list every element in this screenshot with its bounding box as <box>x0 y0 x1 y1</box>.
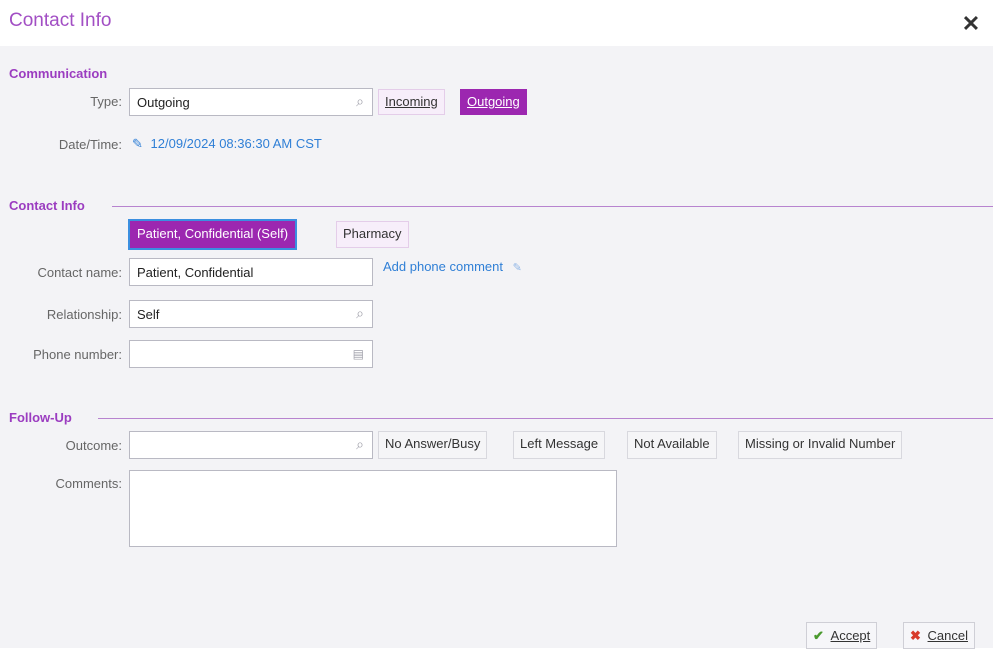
outcome-option-left-message[interactable]: Left Message <box>513 431 606 459</box>
add-phone-comment-label: Add phone comment <box>383 259 503 274</box>
phonebook-icon[interactable]: ▤ <box>353 347 364 362</box>
incoming-label: Incoming <box>385 94 438 109</box>
contact-option-pharmacy[interactable]: Pharmacy <box>336 221 409 248</box>
type-label: Type: <box>90 94 122 109</box>
contact-info-section-title: Contact Info <box>9 198 85 213</box>
checkmark-icon: ✔ <box>813 628 824 643</box>
follow-up-section-title: Follow-Up <box>9 410 72 425</box>
datetime-label: Date/Time: <box>58 137 122 152</box>
contact-name-value: Patient, Confidential <box>137 265 254 280</box>
communication-section-title: Communication <box>9 66 108 81</box>
datetime-link[interactable]: ✎ 12/09/2024 08:36:30 AM CST <box>132 136 322 152</box>
outcome-field[interactable]: ⌕ <box>129 431 373 459</box>
close-icon[interactable]: ✕ <box>959 12 983 36</box>
outcome-option-invalid-number[interactable]: Missing or Invalid Number <box>738 431 903 459</box>
outcome-option-label: No Answer/Busy <box>385 436 481 451</box>
outgoing-button[interactable]: Outgoing <box>460 89 527 115</box>
contact-option-label: Pharmacy <box>343 226 402 241</box>
outcome-option-no-answer[interactable]: No Answer/Busy <box>378 431 488 459</box>
relationship-value: Self <box>137 307 160 322</box>
comments-label: Comments: <box>55 476 122 491</box>
outcome-label: Outcome: <box>65 438 122 453</box>
contact-name-field[interactable]: Patient, Confidential <box>129 258 373 286</box>
type-field[interactable]: Outgoing ⌕ <box>129 88 373 116</box>
contact-option-label: Patient, Confidential (Self) <box>137 226 289 241</box>
outcome-option-label: Not Available <box>634 436 710 451</box>
search-icon[interactable]: ⌕ <box>356 306 364 321</box>
pencil-icon: ✎ <box>132 136 143 151</box>
accept-button[interactable]: ✔ Accept <box>806 622 878 649</box>
comments-textarea[interactable] <box>129 470 617 547</box>
outcome-option-label: Left Message <box>520 436 599 451</box>
contact-name-label: Contact name: <box>37 265 122 280</box>
datetime-value: 12/09/2024 08:36:30 AM CST <box>150 136 322 151</box>
dialog-body: Communication Type: Outgoing ⌕ Incoming … <box>0 46 993 649</box>
add-phone-comment-link[interactable]: Add phone comment ✎ <box>383 259 522 274</box>
cancel-label: Cancel <box>927 628 968 643</box>
outgoing-label: Outgoing <box>467 94 520 109</box>
outcome-option-label: Missing or Invalid Number <box>745 436 896 451</box>
cancel-button[interactable]: ✖ Cancel <box>903 622 975 649</box>
outcome-option-not-available[interactable]: Not Available <box>627 431 717 459</box>
title-bar: Contact Info ✕ <box>0 0 993 46</box>
edit-icon: ✎ <box>512 262 522 274</box>
dialog-title: Contact Info <box>9 10 112 31</box>
accept-label: Accept <box>830 628 871 643</box>
type-value: Outgoing <box>137 95 190 110</box>
cancel-icon: ✖ <box>910 628 921 643</box>
phone-number-field[interactable]: ▤ <box>129 340 373 368</box>
relationship-label: Relationship: <box>46 307 122 322</box>
incoming-button[interactable]: Incoming <box>378 89 445 115</box>
search-icon[interactable]: ⌕ <box>356 437 364 452</box>
contact-option-self[interactable]: Patient, Confidential (Self) <box>127 219 298 250</box>
phone-number-label: Phone number: <box>33 347 122 362</box>
section-divider <box>112 206 993 207</box>
relationship-field[interactable]: Self ⌕ <box>129 300 373 328</box>
search-icon[interactable]: ⌕ <box>356 94 364 109</box>
section-divider <box>98 418 993 419</box>
